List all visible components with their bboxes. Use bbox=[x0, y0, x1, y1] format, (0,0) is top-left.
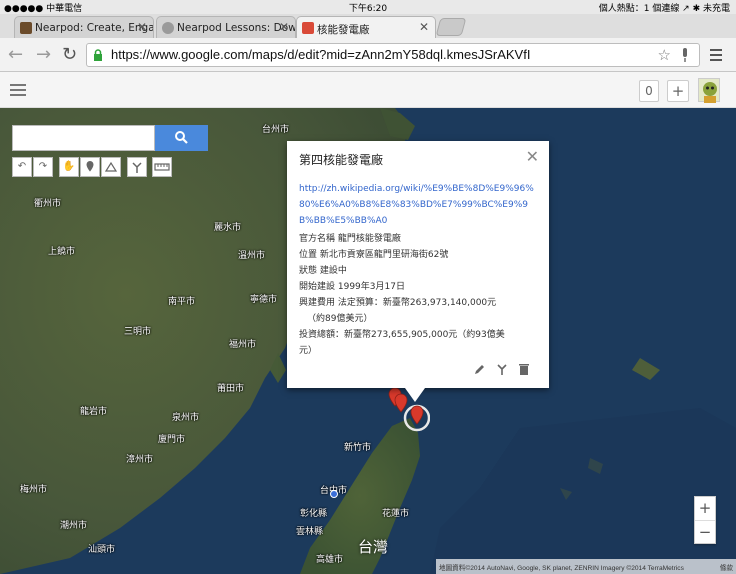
zoom-out-button[interactable]: − bbox=[695, 520, 715, 543]
avatar[interactable] bbox=[698, 78, 720, 103]
place-label: 花蓮市 bbox=[382, 509, 410, 519]
status-right: 個人熱點：1 個連線 ↗ ✱ 未充電 bbox=[598, 4, 730, 14]
location-dot-icon bbox=[330, 490, 338, 498]
notification-count[interactable]: 0 bbox=[639, 80, 659, 102]
map-canvas[interactable]: 衢州市 上饒市 台州市 麗水市 溫州市 南平市 寧德市 三明市 福州市 莆田市 … bbox=[0, 108, 736, 574]
info-row: 元） bbox=[299, 346, 318, 356]
info-row: 興建費用 法定預算：新臺幣263,973,140,000元 bbox=[299, 298, 497, 308]
delete-icon[interactable] bbox=[517, 362, 531, 376]
info-row: 官方名稱 龍門核能發電廠 bbox=[299, 234, 401, 244]
place-label: 莆田市 bbox=[217, 384, 245, 394]
place-label: 衢州市 bbox=[34, 199, 62, 209]
info-row: 投資總額：新臺幣273,655,905,000元（約93億美 bbox=[299, 330, 505, 340]
zoom-in-button[interactable]: + bbox=[695, 497, 715, 520]
browser-toolbar: ← → ↻ https://www.google.com/maps/d/edit… bbox=[0, 38, 736, 72]
place-label: 雲林縣 bbox=[296, 527, 324, 537]
tab-nuclear-plants[interactable]: 核能發電廠 ✕ bbox=[296, 16, 436, 38]
place-label: 南平市 bbox=[168, 297, 196, 307]
close-icon[interactable]: ✕ bbox=[526, 147, 539, 166]
selected-map-marker-icon[interactable] bbox=[410, 405, 424, 425]
tab-nearpod-create[interactable]: Nearpod: Create, Engage ✕ bbox=[14, 16, 154, 38]
wikipedia-link[interactable]: http://zh.wikipedia.org/wiki/%E9%BE%8D%E… bbox=[299, 181, 539, 229]
place-label: 汕頭市 bbox=[88, 545, 116, 555]
place-label: 龍岩市 bbox=[80, 407, 108, 417]
place-label: 福州市 bbox=[229, 340, 257, 350]
place-label: 漳州市 bbox=[126, 455, 154, 465]
new-tab-button[interactable] bbox=[435, 18, 467, 36]
place-label: 三明市 bbox=[124, 327, 152, 337]
map-search bbox=[12, 125, 208, 151]
zoom-control: + − bbox=[694, 496, 716, 544]
info-row: 狀態 建設中 bbox=[299, 266, 347, 276]
tab-title: 核能發電廠 bbox=[317, 24, 370, 36]
hand-icon[interactable]: ✋ bbox=[59, 157, 79, 177]
info-body: http://zh.wikipedia.org/wiki/%E9%BE%8D%E… bbox=[299, 181, 539, 359]
info-title: 第四核能發電廠 bbox=[299, 153, 384, 167]
tab-close-icon[interactable]: ✕ bbox=[279, 20, 289, 34]
info-row: 位置 新北市貢寮區龍門里研海街62號 bbox=[299, 250, 449, 260]
reload-icon[interactable]: ↻ bbox=[62, 44, 77, 65]
place-label: 高雄市 bbox=[316, 555, 344, 565]
back-icon[interactable]: ← bbox=[8, 44, 23, 65]
measure-icon[interactable] bbox=[152, 157, 172, 177]
status-bar: ●●●●● 中華電信 下午6:20 個人熱點：1 個連線 ↗ ✱ 未充電 bbox=[0, 0, 736, 14]
maps-pin-favicon-icon bbox=[302, 22, 314, 34]
directions-icon[interactable] bbox=[495, 362, 509, 376]
attribution-text: 地圖資料©2014 AutoNavi, Google, SK planet, Z… bbox=[439, 565, 684, 572]
hamburger-menu-icon[interactable] bbox=[10, 84, 26, 99]
info-window: 第四核能發電廠 ✕ http://zh.wikipedia.org/wiki/%… bbox=[287, 141, 549, 402]
place-label: 台州市 bbox=[262, 125, 290, 135]
place-label: 梅州市 bbox=[20, 485, 48, 495]
place-label: 寧德市 bbox=[250, 295, 278, 305]
tab-strip: Nearpod: Create, Engage ✕ Nearpod Lesson… bbox=[0, 14, 736, 38]
url-text: https://www.google.com/maps/d/edit?mid=z… bbox=[111, 47, 531, 62]
search-input[interactable] bbox=[12, 125, 155, 151]
info-row: 開始建設 1999年3月17日 bbox=[299, 282, 405, 292]
tab-nearpod-lessons[interactable]: Nearpod Lessons: Downl ✕ bbox=[156, 16, 296, 38]
place-label: 彰化縣 bbox=[300, 509, 328, 519]
place-label: 新竹市 bbox=[344, 443, 372, 453]
place-label: 泉州市 bbox=[172, 413, 200, 423]
nearpod-favicon-icon bbox=[20, 22, 32, 34]
search-icon bbox=[175, 131, 188, 144]
lock-icon bbox=[94, 49, 102, 61]
forward-icon[interactable]: → bbox=[36, 44, 51, 65]
info-actions bbox=[473, 362, 533, 376]
place-label: 上饒市 bbox=[48, 247, 76, 257]
info-pointer bbox=[405, 388, 425, 402]
undo-icon[interactable]: ↶ bbox=[12, 157, 32, 177]
edit-icon[interactable] bbox=[473, 362, 487, 376]
directions-icon[interactable] bbox=[127, 157, 147, 177]
draw-line-icon[interactable] bbox=[101, 157, 121, 177]
tab-close-icon[interactable]: ✕ bbox=[137, 20, 147, 34]
taiwan-label: 台灣 bbox=[358, 538, 389, 556]
search-button[interactable] bbox=[155, 125, 208, 151]
info-row: （約89億美元） bbox=[307, 314, 373, 324]
avatar-icon bbox=[703, 82, 717, 103]
bookmark-star-icon[interactable]: ☆ bbox=[658, 46, 671, 64]
globe-favicon-icon bbox=[162, 22, 174, 34]
place-label: 廈門市 bbox=[158, 435, 186, 445]
terms-link[interactable]: 條款 bbox=[720, 562, 733, 572]
place-label: 麗水市 bbox=[214, 223, 242, 233]
map-attribution: 地圖資料©2014 AutoNavi, Google, SK planet, Z… bbox=[436, 559, 736, 574]
place-label: 溫州市 bbox=[238, 251, 266, 261]
add-button[interactable]: + bbox=[667, 80, 689, 102]
add-marker-icon[interactable] bbox=[80, 157, 100, 177]
address-bar[interactable]: https://www.google.com/maps/d/edit?mid=z… bbox=[86, 43, 700, 67]
chrome-menu-icon[interactable] bbox=[710, 49, 722, 64]
redo-icon[interactable]: ↷ bbox=[33, 157, 53, 177]
place-label: 潮州市 bbox=[60, 521, 88, 531]
microphone-icon[interactable] bbox=[681, 48, 689, 62]
maps-header: 0 + bbox=[0, 72, 736, 108]
tab-close-icon[interactable]: ✕ bbox=[419, 20, 429, 34]
